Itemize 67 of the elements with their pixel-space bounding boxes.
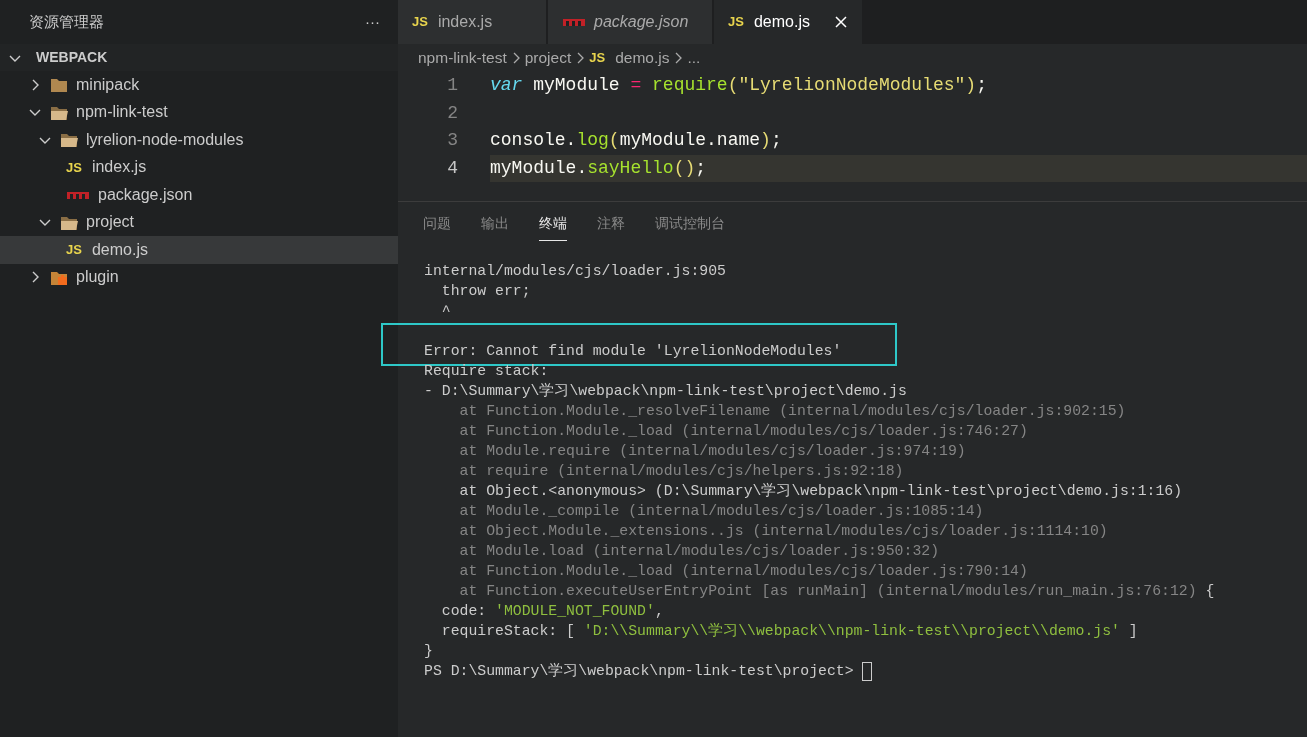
tree-item-label: demo.js <box>91 239 148 260</box>
folder-icon <box>50 76 68 94</box>
tree-item[interactable]: project <box>0 208 398 236</box>
editor-tab[interactable]: package.json <box>548 0 712 44</box>
tree-item[interactable]: package.json <box>0 181 398 209</box>
sidebar-title: 资源管理器 <box>29 11 104 32</box>
terminal-line: code: 'MODULE_NOT_FOUND', <box>440 603 664 620</box>
more-actions-button[interactable]: ··· <box>365 10 380 34</box>
tree-item[interactable]: plugin <box>0 263 398 291</box>
terminal-line: at Function.Module._load (internal/modules/cjs/loader.js:790:14) <box>458 563 1028 580</box>
terminal-line: at Object.<anonymous> (D:\Summary\学习\webpack\npm-link-test\project\demo.js:1:16) <box>458 483 1183 500</box>
terminal-line: requireStack: [ 'D:\\Summary\\学习\\webpack\\npm-link-test\\project\\demo.js' ] <box>440 623 1138 640</box>
js-file-icon: JS <box>66 157 82 177</box>
line-number: 4 <box>446 156 458 180</box>
terminal-line: at Module._compile (internal/modules/cjs/loader.js:1085:14) <box>458 503 984 520</box>
editor-tab[interactable]: JS demo.js <box>714 0 862 44</box>
terminal-line: internal/modules/cjs/loader.js:905 <box>424 263 726 280</box>
line-number: 2 <box>446 101 458 125</box>
js-file-icon: JS <box>728 12 744 32</box>
terminal-line: at Function.Module._load (internal/modules/cjs/loader.js:746:27) <box>458 423 1028 440</box>
panel-tab[interactable]: 注释 <box>597 214 625 242</box>
panel-tab[interactable]: 问题 <box>423 214 451 242</box>
terminal-line: ^ <box>440 303 451 320</box>
tree-item[interactable]: minipack <box>0 71 398 99</box>
terminal-line: at Function.Module._resolveFilename (internal/modules/cjs/loader.js:902:15) <box>458 403 1126 420</box>
tree-item-label: plugin <box>76 267 119 288</box>
terminal-line: - D:\Summary\学习\webpack\npm-link-test\project\demo.js <box>424 383 907 400</box>
line-number: 3 <box>446 129 458 153</box>
breadcrumb-item[interactable]: demo.js <box>615 46 670 70</box>
tree-item-label: npm-link-test <box>76 102 168 123</box>
breadcrumb-item[interactable]: npm-link-test <box>418 46 507 70</box>
open-folder-icon <box>60 131 78 149</box>
workspace-name: WEBPACK <box>36 48 108 67</box>
terminal-line: at Function.executeUserEntryPoint [as runMain] (internal/modules/run_main.js:76:12) { <box>458 583 1215 600</box>
tree-item[interactable]: lyrelion-node-modules <box>0 126 398 154</box>
code-line: console.log(myModule.name); <box>490 129 783 153</box>
terminal-line: PS D:\Summary\学习\webpack\npm-link-test\project> <box>424 663 855 680</box>
panel-tab[interactable]: 调试控制台 <box>655 214 725 242</box>
js-file-icon: JS <box>589 48 606 68</box>
terminal-line: throw err; <box>440 283 531 300</box>
panel-tab[interactable]: 输出 <box>481 214 509 242</box>
tree-item-label: lyrelion-node-modules <box>86 129 244 150</box>
chevron-right-icon <box>673 51 684 65</box>
terminal-line: at Module.require (internal/modules/cjs/loader.js:974:19) <box>458 443 966 460</box>
terminal-line: } <box>424 643 433 660</box>
close-icon <box>834 15 848 29</box>
line-number: 1 <box>446 74 458 98</box>
tree-item[interactable]: JS index.js <box>0 153 398 181</box>
tree-item[interactable]: JS demo.js <box>0 236 398 264</box>
editor-tab[interactable]: JS index.js <box>398 0 546 44</box>
chevron-right-icon <box>575 51 586 65</box>
code-line: var myModule = require("LyrelionNodeModules"); <box>490 74 988 98</box>
terminal-line: Require stack: <box>424 363 549 380</box>
tree-item-label: index.js <box>91 157 147 178</box>
terminal-line: Error: Cannot find module 'LyrelionNodeModules' <box>424 343 842 360</box>
tree-item-label: package.json <box>98 184 193 205</box>
breadcrumb-item[interactable]: project <box>524 46 572 70</box>
tree-item-label: project <box>86 212 135 233</box>
terminal-line: at require (internal/modules/cjs/helpers.js:92:18) <box>458 463 904 480</box>
tree-item[interactable]: npm-link-test <box>0 98 398 126</box>
terminal-line: at Object.Module._extensions..js (internal/modules/cjs/loader.js:1114:10) <box>458 523 1108 540</box>
terminal-line: at Module.load (internal/modules/cjs/loader.js:950:32) <box>458 543 939 560</box>
tree-item-label: minipack <box>76 74 140 95</box>
panel-tab[interactable]: 终端 <box>539 214 567 242</box>
breadcrumb-item[interactable]: ... <box>687 46 701 70</box>
js-file-icon: JS <box>412 12 428 32</box>
js-file-icon: JS <box>66 240 82 260</box>
